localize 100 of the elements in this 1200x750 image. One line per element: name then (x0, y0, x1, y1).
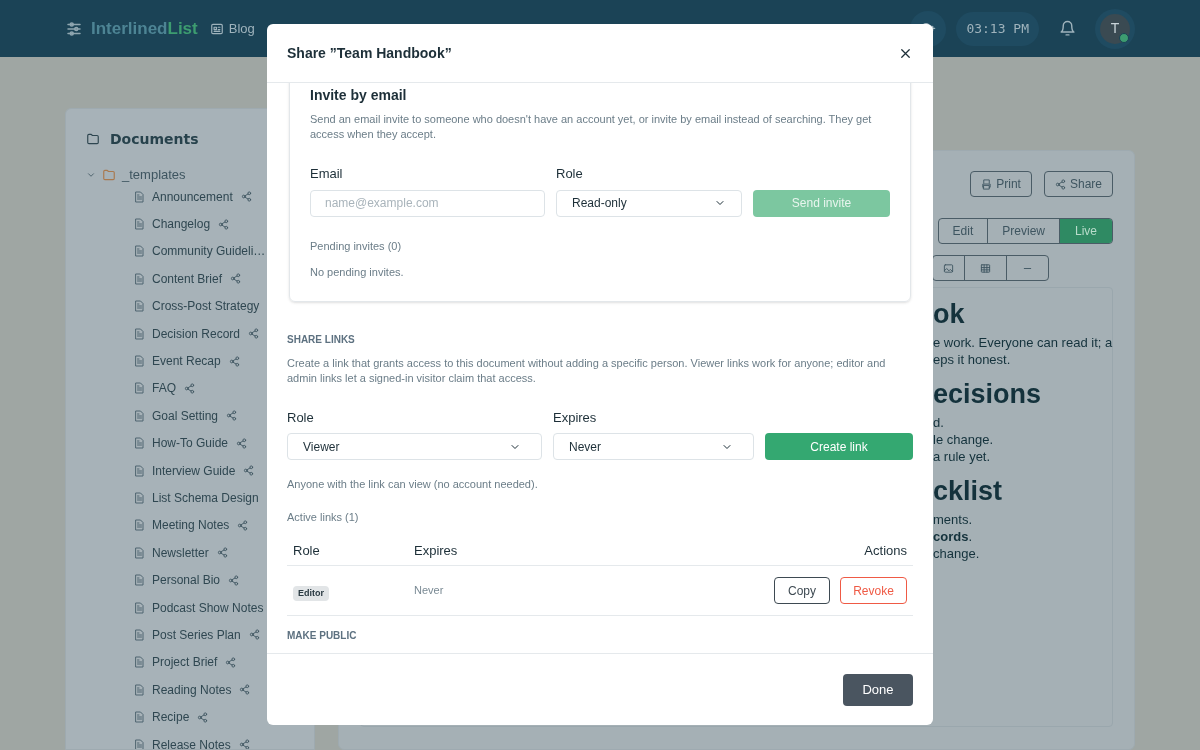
email-field[interactable]: name@example.com (310, 189, 545, 217)
table-icon (980, 262, 991, 274)
share-icon (237, 519, 249, 531)
expires-select[interactable]: Never (553, 433, 754, 460)
menu-icon[interactable] (65, 19, 83, 38)
document-icon (133, 409, 145, 422)
document-icon (133, 492, 145, 504)
document-link[interactable]: Cross-Post Strategy (152, 297, 260, 316)
table-cell-text: Never (414, 583, 445, 599)
column-header: Role (293, 541, 321, 560)
content-line: ments. (933, 511, 973, 528)
done-button[interactable]: Done (843, 673, 913, 706)
share-button[interactable]: Share (1043, 171, 1113, 197)
content-line: d. (933, 414, 945, 431)
column-header: Actions (864, 541, 907, 560)
empty-message: No pending invites. (310, 265, 405, 280)
role-select[interactable]: Read-only (556, 189, 742, 217)
share-icon (225, 656, 237, 668)
field-label: Expires (553, 408, 598, 427)
content-line: le change. (933, 431, 994, 448)
section-title: SHARE LINKS (287, 332, 356, 347)
share-icon (248, 629, 260, 641)
copy-button[interactable]: Copy (774, 577, 830, 604)
field-label: Email (310, 165, 344, 183)
document-icon (133, 574, 145, 587)
document-link[interactable]: Content Brief (152, 269, 242, 288)
document-link[interactable]: Podcast Show Notes (152, 598, 264, 617)
document-link[interactable]: Announcement (152, 187, 252, 206)
section-title: MAKE PUBLIC (287, 629, 358, 643)
content-line: a rule yet. (933, 448, 992, 465)
share-icon (218, 218, 230, 230)
content-line: cords. (933, 528, 974, 545)
document-link[interactable]: Community Guideli… (152, 242, 266, 261)
section-description: Send an email invite to someone who doesn't have an account yet, or invite by email instead of searching. They get access when they accept. (310, 112, 873, 142)
document-icon (133, 272, 145, 285)
document-icon (133, 711, 145, 724)
nav-link[interactable]: Blog (209, 18, 255, 39)
list-title: Active links (1) (287, 509, 360, 525)
chevron-icon[interactable] (86, 170, 96, 180)
role-badge: Editor (293, 585, 329, 601)
share-icon (239, 684, 251, 696)
document-link[interactable]: Post Series Plan (152, 625, 260, 644)
document-link[interactable]: Release Notes (152, 735, 250, 749)
folder-icon (86, 132, 100, 146)
create-link-button[interactable]: Create link (765, 433, 913, 460)
document-icon (133, 382, 145, 395)
document-icon (133, 355, 145, 368)
document-icon (133, 519, 145, 532)
document-link[interactable]: Changelog (152, 215, 230, 234)
share-icon (228, 574, 240, 586)
document-link[interactable]: Newsletter (152, 543, 228, 562)
document-icon (133, 628, 145, 641)
document-link[interactable]: Event Recap (152, 352, 240, 371)
clock: 03:13 PM (956, 11, 1039, 46)
pending-title: Pending invites (0) (310, 238, 403, 254)
field-label: Role (287, 408, 315, 427)
share-icon (248, 328, 260, 340)
document-icon (133, 738, 145, 749)
document-link[interactable]: FAQ (152, 379, 195, 398)
revoke-button[interactable]: Revoke (840, 577, 907, 604)
role-select[interactable]: Viewer (287, 433, 542, 460)
document-icon (133, 683, 145, 696)
avatar[interactable]: T (1100, 13, 1130, 44)
document-link[interactable]: Interview Guide (152, 461, 255, 480)
mode-tab[interactable]: Edit (938, 219, 988, 243)
document-link[interactable]: Meeting Notes (152, 516, 249, 535)
bell-icon (1058, 20, 1076, 37)
printer-icon (981, 178, 993, 190)
document-link[interactable]: Personal Bio (152, 571, 240, 590)
document-icon (133, 437, 145, 450)
share-icon (1054, 178, 1066, 190)
document-link[interactable]: Reading Notes (152, 680, 251, 699)
document-link[interactable]: Goal Setting (152, 406, 238, 425)
status-badge-icon (1119, 32, 1129, 43)
logo-link[interactable]: InterlinedList (91, 15, 198, 42)
image-icon (943, 262, 954, 274)
document-icon (133, 327, 145, 340)
sidebar-title: Documents (110, 129, 199, 149)
share-icon (197, 711, 209, 723)
mode-tab[interactable]: Preview (987, 219, 1059, 243)
share-icon (240, 191, 252, 203)
share-icon (216, 547, 228, 559)
share-icon (184, 382, 195, 394)
document-link[interactable]: List Schema Design (152, 489, 259, 507)
share-icon (230, 273, 242, 285)
folder-icon (102, 168, 116, 182)
print-button[interactable]: Print (970, 171, 1032, 197)
document-link[interactable]: Project Brief (152, 653, 237, 672)
document-icon (133, 245, 145, 258)
content-line: e work. Everyone can read it; a (933, 334, 1112, 351)
document-link[interactable]: How-To Guide (152, 434, 248, 453)
document-icon (133, 300, 145, 313)
section-title: Invite by email (310, 86, 408, 105)
share-icon (238, 739, 250, 749)
mode-tab[interactable]: Live (1059, 219, 1112, 243)
document-link[interactable]: Recipe (152, 708, 209, 727)
content-line: eps it honest. (933, 351, 1012, 368)
content-heading: cklist (933, 475, 1004, 508)
document-icon (133, 464, 145, 477)
document-link[interactable]: Decision Record (152, 324, 260, 343)
